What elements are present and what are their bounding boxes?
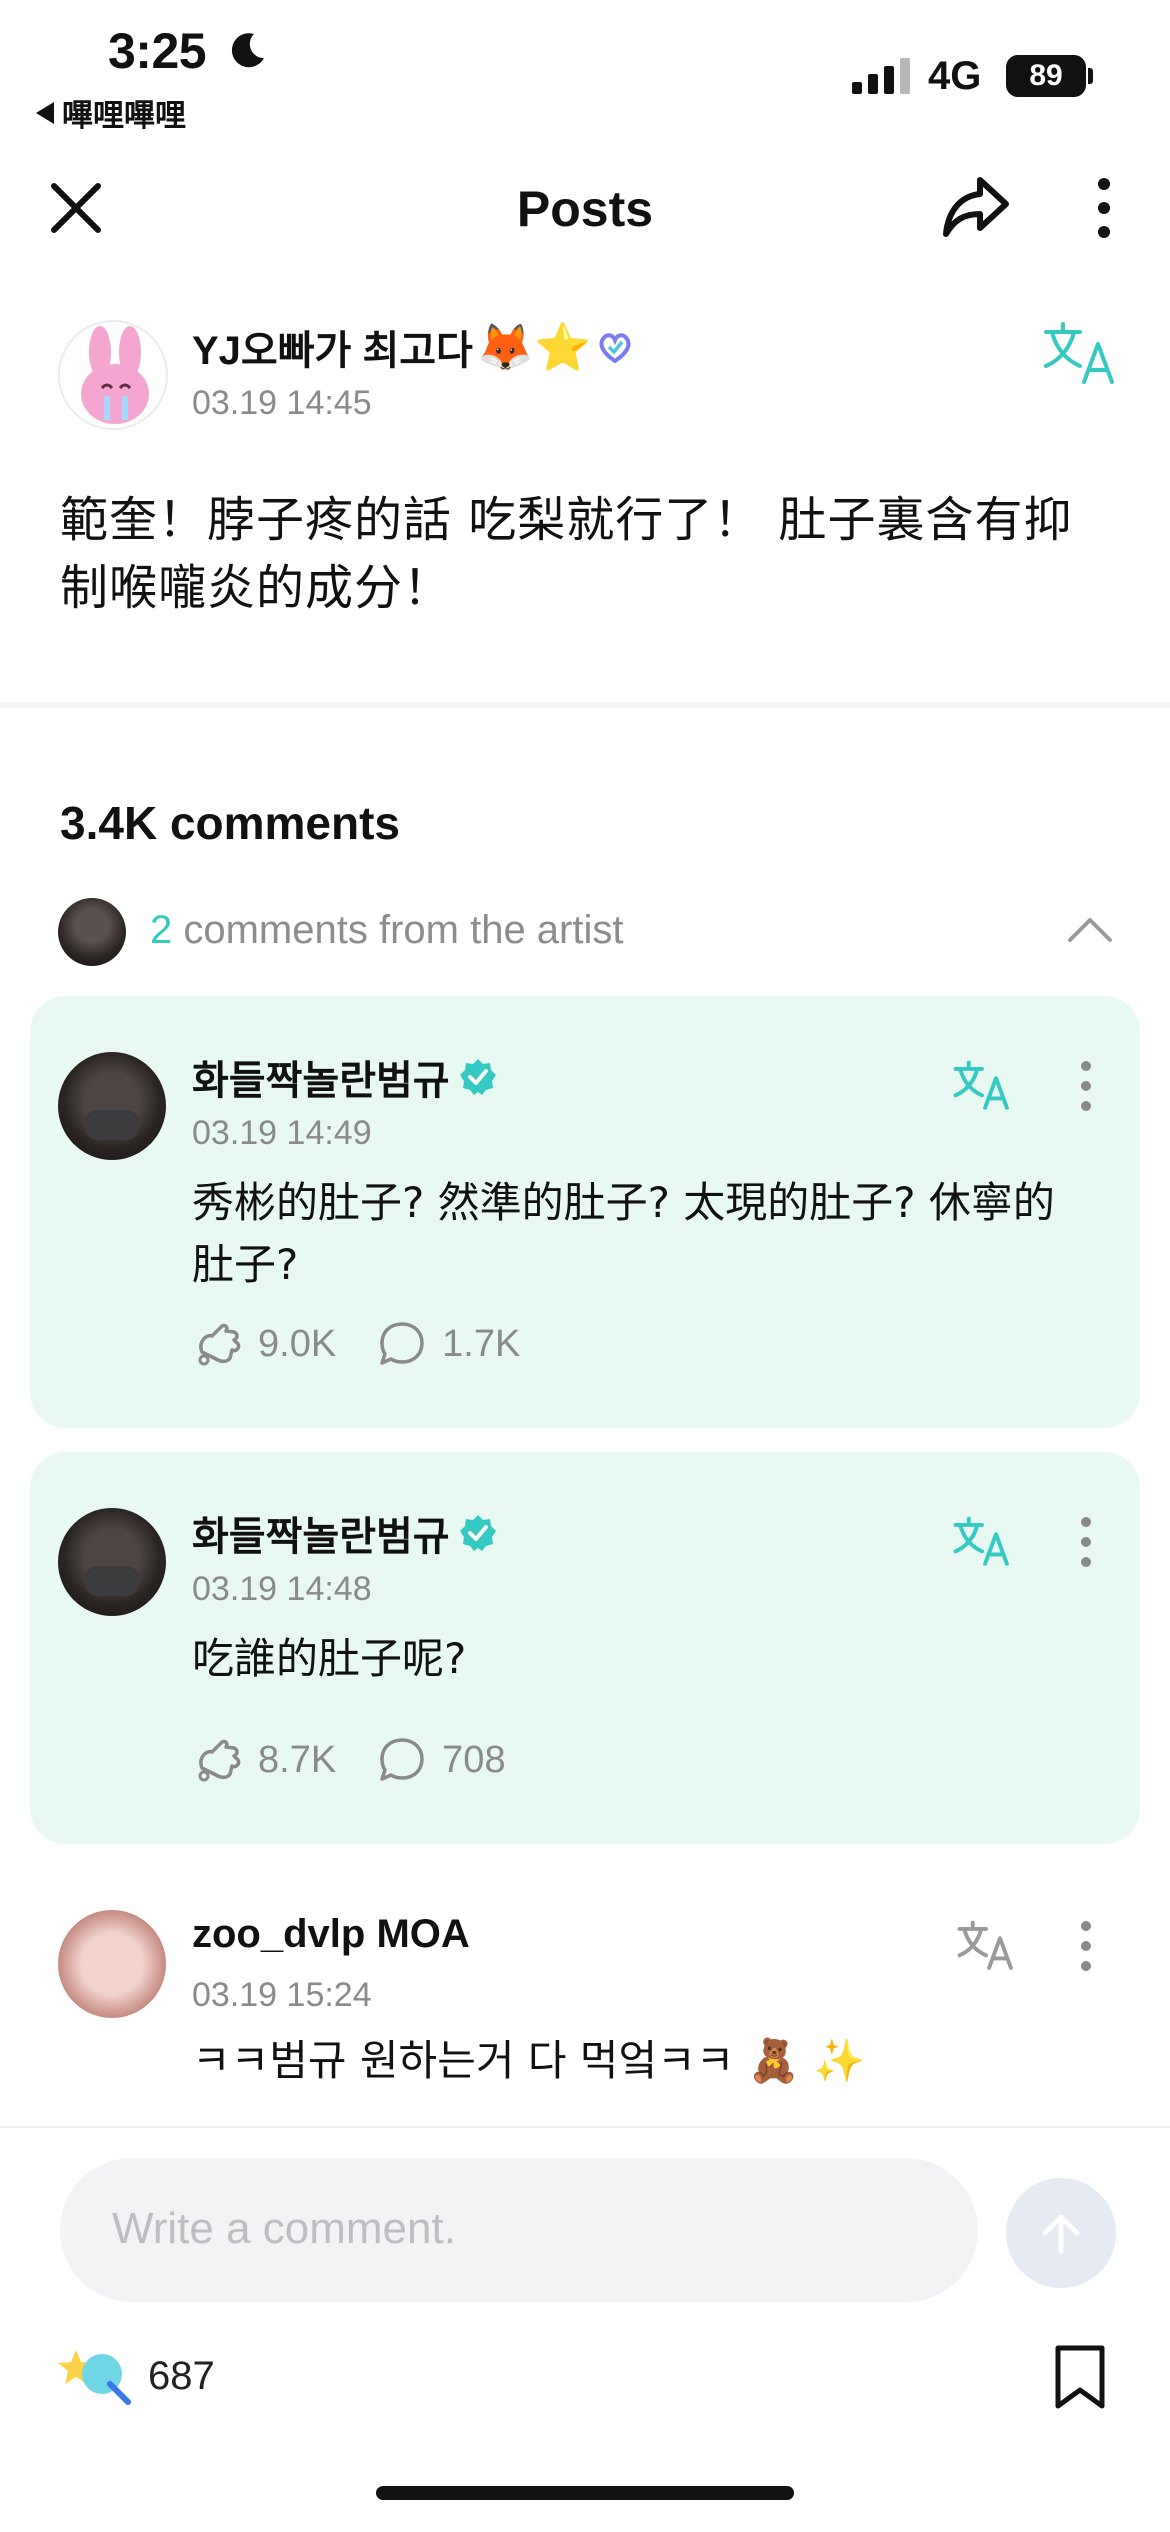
chevron-up-icon[interactable]: [1066, 910, 1114, 946]
post-author-text: YJ오빠가 최고다: [192, 329, 473, 373]
post-like-button[interactable]: 687: [58, 2344, 215, 2408]
commenter-avatar[interactable]: [58, 1052, 166, 1160]
artist-comment-card: 화들짝놀란범규 03.19 14:49 秀彬的肚子? 然準的肚子? 太現的肚子?…: [30, 996, 1140, 1428]
verified-badge-icon: [459, 1515, 496, 1551]
battery-nub: [1088, 68, 1093, 84]
post-author-name[interactable]: YJ오빠가 최고다 🦊⭐: [192, 318, 635, 376]
comment-input[interactable]: [112, 2196, 932, 2262]
post-author-emoji: 🦊⭐: [476, 320, 592, 373]
like-icon: [198, 1323, 241, 1366]
translate-icon[interactable]: [950, 1058, 1014, 1114]
commenter-avatar[interactable]: [58, 1910, 166, 2018]
top-nav-bar: Posts: [0, 150, 1170, 266]
comment-reply-button[interactable]: 708: [376, 1734, 506, 1786]
comment-stats: 9.0K 1.7K: [192, 1318, 560, 1370]
post-like-count: 687: [148, 2353, 215, 2398]
translate-icon[interactable]: [1040, 318, 1120, 390]
artist-comments-text: comments from the artist: [172, 908, 624, 952]
cellular-signal-icon: [852, 58, 910, 94]
comment-reply-button[interactable]: 1.7K: [376, 1318, 520, 1370]
bookmark-icon[interactable]: [1050, 2344, 1110, 2410]
artist-comments-toggle[interactable]: 2 comments from the artist: [0, 896, 1170, 966]
status-time: 3:25: [108, 23, 207, 79]
artist-comment-card: 화들짝놀란범규 03.19 14:48 吃誰的肚子呢? 8.7K 708: [30, 1452, 1140, 1844]
commenter-name[interactable]: 화들짝놀란범규: [192, 1504, 498, 1562]
comment-text: ㅋㅋ범규 원하는거 다 먹엌ㅋㅋ 🧸 ✨: [192, 2036, 866, 2085]
moon-icon: [231, 33, 264, 68]
comment-like-button[interactable]: 8.7K: [192, 1734, 336, 1786]
membership-heart-icon: [599, 333, 631, 364]
like-count: 9.0K: [258, 1322, 337, 1365]
send-arrow-icon: [1042, 2214, 1080, 2254]
translate-icon[interactable]: [954, 1918, 1018, 1974]
post-date: 03.19 14:45: [192, 384, 372, 422]
post-body-text: 範奎！脖子疼的話 吃梨就行了！ 肚子裏含有抑制喉嚨炎的成分！: [60, 492, 1073, 616]
bunny-avatar-icon: [81, 326, 149, 424]
back-to-app-link[interactable]: 嗶哩嗶哩: [36, 90, 186, 135]
send-button[interactable]: [1006, 2178, 1116, 2288]
commenter-name[interactable]: zoo_dvlp MOA: [192, 1912, 470, 1957]
comment-date: 03.19 14:48: [192, 1570, 372, 1608]
more-vertical-icon[interactable]: [1074, 1514, 1098, 1570]
comments-count: 3.4K comments: [60, 797, 401, 849]
like-icon: [58, 2350, 131, 2405]
post-author-avatar[interactable]: [58, 320, 168, 430]
artist-comment-count: 2: [150, 908, 173, 952]
reply-count: 708: [442, 1738, 506, 1781]
battery-level: 89: [1029, 59, 1063, 92]
artist-avatar: [58, 898, 126, 966]
comment-stats: 8.7K 708: [192, 1734, 546, 1786]
more-vertical-icon[interactable]: [1074, 1058, 1098, 1114]
comment-composer: [60, 2158, 978, 2302]
reply-icon: [380, 1322, 424, 1365]
artist-comments-label: 2 comments from the artist: [150, 908, 623, 953]
comment-text: 吃誰的肚子呢?: [192, 1634, 467, 1683]
reply-count: 1.7K: [442, 1322, 521, 1365]
reply-icon: [380, 1738, 424, 1781]
comment-text: 秀彬的肚子? 然準的肚子? 太現的肚子? 休寧的肚子?: [192, 1178, 1055, 1289]
commenter-name[interactable]: 화들짝놀란범규: [192, 1048, 498, 1106]
section-divider: [0, 702, 1170, 708]
home-indicator: [376, 2486, 794, 2500]
commenter-name-text: zoo_dvlp MOA: [192, 1912, 470, 1956]
share-icon[interactable]: [936, 168, 1016, 248]
battery-icon: 89: [1006, 55, 1086, 97]
translate-icon[interactable]: [950, 1514, 1014, 1570]
comment-date: 03.19 14:49: [192, 1114, 372, 1152]
status-bar: 3:25 嗶哩嗶哩 4G 89: [0, 0, 1170, 140]
comment-date: 03.19 15:24: [192, 1976, 372, 2014]
verified-badge-icon: [459, 1059, 496, 1095]
more-vertical-icon[interactable]: [1074, 1918, 1098, 1974]
more-vertical-icon[interactable]: [1080, 168, 1128, 248]
back-app-label: 嗶哩嗶哩: [62, 98, 186, 133]
bottom-divider: [0, 2126, 1170, 2128]
commenter-name-text: 화들짝놀란범규: [192, 1515, 450, 1559]
like-icon: [198, 1739, 241, 1782]
network-type: 4G: [928, 54, 982, 98]
like-count: 8.7K: [258, 1738, 337, 1781]
commenter-avatar[interactable]: [58, 1508, 166, 1616]
comment-like-button[interactable]: 9.0K: [192, 1318, 336, 1370]
back-triangle-icon: [36, 101, 54, 124]
commenter-name-text: 화들짝놀란범규: [192, 1059, 450, 1103]
